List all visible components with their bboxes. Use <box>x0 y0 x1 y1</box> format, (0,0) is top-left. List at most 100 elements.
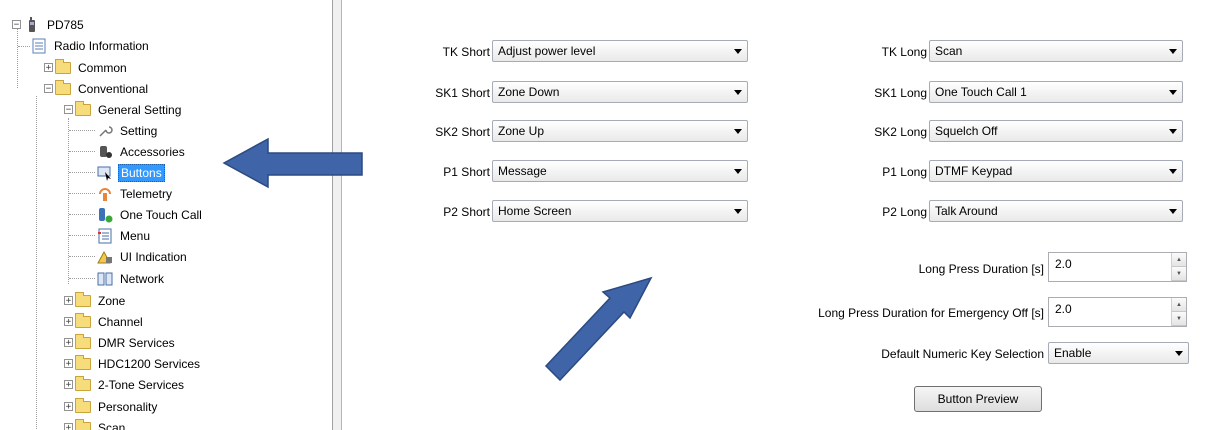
dropdown-arrow-icon <box>1164 121 1182 141</box>
sk1-long-select[interactable]: One Touch Call 1 <box>929 81 1183 103</box>
tree-label: UI Indication <box>120 249 187 264</box>
tree-item-telemetry[interactable]: Telemetry <box>96 183 174 204</box>
tree-label: Telemetry <box>120 186 173 201</box>
p1-short-label: P1 Short <box>443 165 490 179</box>
p2-short-select[interactable]: Home Screen <box>492 200 748 222</box>
expand-icon[interactable]: + <box>64 402 73 411</box>
collapse-icon[interactable]: − <box>64 105 73 114</box>
wrench-icon <box>96 123 114 139</box>
spin-up-icon[interactable]: ▲ <box>1172 253 1186 267</box>
telemetry-icon <box>96 186 114 202</box>
sk2-short-label: SK2 Short <box>435 125 490 139</box>
default-numeric-key-select[interactable]: Enable <box>1048 342 1189 364</box>
tree-item-radio-information[interactable]: Radio Information <box>30 35 151 56</box>
tree-item-accessories[interactable]: Accessories <box>96 141 187 162</box>
expand-icon[interactable]: + <box>64 380 73 389</box>
tree-item-network[interactable]: Network <box>96 268 166 289</box>
tk-long-select[interactable]: Scan <box>929 40 1183 62</box>
button-preview-button[interactable]: Button Preview <box>914 386 1042 412</box>
tree-item-scan[interactable]: + Scan <box>64 417 127 430</box>
dropdown-arrow-icon <box>729 41 747 61</box>
tree-item-ui-indication[interactable]: UI Indication <box>96 246 189 267</box>
folder-icon <box>75 312 91 328</box>
buttons-settings-form: TK Short Adjust power level SK1 Short Zo… <box>342 0 1212 430</box>
tree-label: Network <box>120 271 165 286</box>
folder-icon <box>75 375 91 391</box>
tree-label: Menu <box>120 228 151 243</box>
tree-item-dmr-services[interactable]: + DMR Services <box>64 332 177 353</box>
sk1-long-label: SK1 Long <box>874 86 927 100</box>
tree-label: HDC1200 Services <box>98 356 201 371</box>
stepper-buttons: ▲ ▼ <box>1171 298 1186 326</box>
tree-item-root[interactable]: − PD785 <box>12 14 86 35</box>
tree-label: PD785 <box>47 17 84 32</box>
spin-up-icon[interactable]: ▲ <box>1172 298 1186 312</box>
long-press-duration-stepper[interactable]: 2.0 ▲ ▼ <box>1048 252 1187 282</box>
select-value: Zone Up <box>498 124 545 138</box>
tree-item-channel[interactable]: + Channel <box>64 311 145 332</box>
expand-icon[interactable]: + <box>64 317 73 326</box>
tree-label: Zone <box>98 293 126 308</box>
spin-down-icon[interactable]: ▼ <box>1172 312 1186 326</box>
default-numeric-key-label: Default Numeric Key Selection <box>881 347 1044 361</box>
sk1-short-label: SK1 Short <box>435 86 490 100</box>
panel-splitter[interactable] <box>333 0 342 430</box>
tree-label: Channel <box>98 314 143 329</box>
folder-icon <box>75 418 91 430</box>
sk2-long-select[interactable]: Squelch Off <box>929 120 1183 142</box>
tree-label: Buttons <box>118 163 165 182</box>
tree-item-general-setting[interactable]: − General Setting <box>64 99 183 120</box>
select-value: Squelch Off <box>935 124 998 138</box>
tree-item-one-touch-call[interactable]: One Touch Call <box>96 204 204 225</box>
network-icon <box>96 271 114 287</box>
select-value: Zone Down <box>498 85 560 99</box>
tree-label: Scan <box>98 420 126 430</box>
tree-label: Common <box>78 60 127 75</box>
p1-long-label: P1 Long <box>882 165 927 179</box>
dropdown-arrow-icon <box>1170 343 1188 363</box>
folder-icon <box>75 333 91 349</box>
select-value: One Touch Call 1 <box>935 85 1027 99</box>
p2-long-select[interactable]: Talk Around <box>929 200 1183 222</box>
tk-short-label: TK Short <box>442 45 490 59</box>
ui-indication-icon <box>96 249 114 265</box>
expand-icon[interactable]: + <box>64 338 73 347</box>
document-icon <box>30 38 48 54</box>
spin-down-icon[interactable]: ▼ <box>1172 267 1186 281</box>
menu-icon <box>96 228 114 244</box>
select-value: Enable <box>1054 346 1092 360</box>
tree-item-menu[interactable]: Menu <box>96 225 152 246</box>
select-value: Scan <box>935 44 963 58</box>
select-value: Message <box>498 164 547 178</box>
collapse-icon[interactable]: − <box>12 20 21 29</box>
dropdown-arrow-icon <box>729 201 747 221</box>
expand-icon[interactable]: + <box>44 63 53 72</box>
expand-icon[interactable]: + <box>64 359 73 368</box>
long-press-emergency-label: Long Press Duration for Emergency Off [s… <box>818 306 1044 320</box>
tree-item-common[interactable]: + Common <box>44 57 129 78</box>
tree-item-zone[interactable]: + Zone <box>64 290 127 311</box>
select-value: DTMF Keypad <box>935 164 1013 178</box>
folder-icon <box>55 79 71 95</box>
tree-item-buttons[interactable]: Buttons <box>96 162 165 183</box>
long-press-emergency-stepper[interactable]: 2.0 ▲ ▼ <box>1048 297 1187 327</box>
dropdown-arrow-icon <box>729 161 747 181</box>
dropdown-arrow-icon <box>729 121 747 141</box>
tree-label: 2-Tone Services <box>98 377 185 392</box>
p1-short-select[interactable]: Message <box>492 160 748 182</box>
tk-short-select[interactable]: Adjust power level <box>492 40 748 62</box>
stepper-value: 2.0 <box>1055 257 1072 271</box>
tree-item-2-tone-services[interactable]: + 2-Tone Services <box>64 374 186 395</box>
sk2-short-select[interactable]: Zone Up <box>492 120 748 142</box>
tree-label: Personality <box>98 399 158 414</box>
expand-icon[interactable]: + <box>64 423 73 430</box>
tree-item-conventional[interactable]: − Conventional <box>44 78 150 99</box>
expand-icon[interactable]: + <box>64 296 73 305</box>
tree-item-setting[interactable]: Setting <box>96 120 159 141</box>
sk1-short-select[interactable]: Zone Down <box>492 81 748 103</box>
buttons-icon <box>96 165 114 181</box>
tree-item-personality[interactable]: + Personality <box>64 396 159 417</box>
tree-item-hdc1200-services[interactable]: + HDC1200 Services <box>64 353 202 374</box>
p1-long-select[interactable]: DTMF Keypad <box>929 160 1183 182</box>
collapse-icon[interactable]: − <box>44 84 53 93</box>
